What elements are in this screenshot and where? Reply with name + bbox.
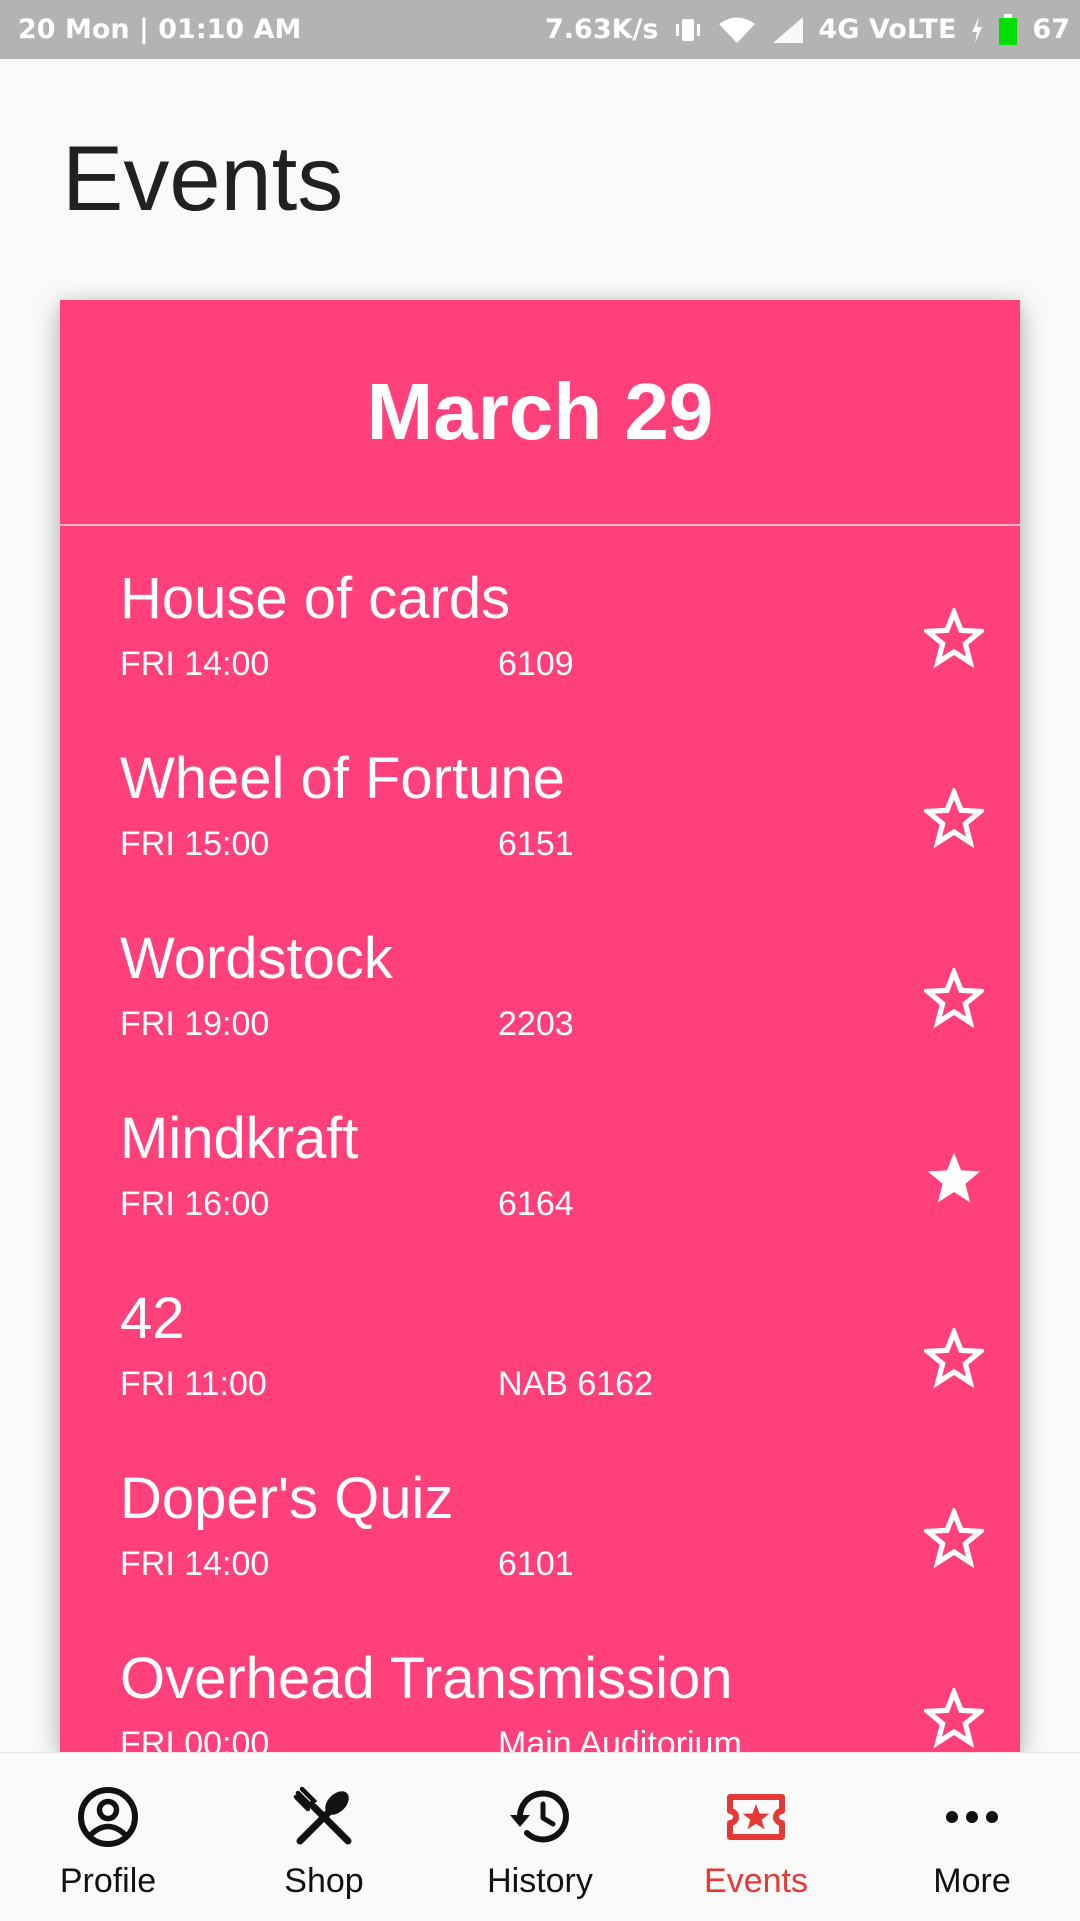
profile-icon	[74, 1783, 142, 1851]
status-bar: 20 Mon | 01:10 AM 7.63K/s 4G VoLTE 67	[0, 0, 1080, 59]
favorite-star-outline-icon[interactable]	[914, 1678, 994, 1752]
event-time: FRI 14:00	[120, 1545, 270, 1583]
event-room: 6109	[498, 645, 574, 683]
network-speed: 7.63K/s	[545, 14, 659, 45]
event-title: Overhead Transmission	[120, 1646, 733, 1711]
event-time: FRI 19:00	[120, 1005, 270, 1043]
bottom-navigation: Profile Shop History Events More	[0, 1752, 1080, 1921]
event-title: House of cards	[120, 566, 511, 631]
nav-label: Profile	[59, 1862, 157, 1900]
event-room: 2203	[498, 1005, 574, 1043]
nav-label: History	[487, 1862, 593, 1900]
event-item[interactable]: Wheel of Fortune FRI 15:00 6151	[60, 706, 1020, 886]
signal-icon	[771, 15, 805, 45]
battery-icon	[998, 13, 1018, 46]
vibrate-icon	[673, 15, 703, 45]
event-room: 6151	[498, 825, 574, 863]
favorite-star-outline-icon[interactable]	[914, 598, 994, 678]
status-indicators: 7.63K/s 4G VoLTE 67	[545, 0, 1070, 59]
nav-label: More	[933, 1862, 1011, 1900]
event-room: Main Auditorium	[498, 1725, 742, 1752]
nav-item-more[interactable]: More	[864, 1753, 1080, 1921]
event-title: Doper's Quiz	[120, 1466, 454, 1531]
event-item[interactable]: Overhead Transmission FRI 00:00 Main Aud…	[60, 1606, 1020, 1752]
event-title: Wordstock	[120, 926, 393, 991]
nav-item-shop[interactable]: Shop	[216, 1753, 432, 1921]
event-room: 6164	[498, 1185, 574, 1223]
date-heading: March 29	[366, 367, 714, 456]
fork-knife-icon	[290, 1783, 358, 1851]
nav-item-events[interactable]: Events	[648, 1753, 864, 1921]
ticket-icon	[722, 1783, 790, 1851]
nav-item-profile[interactable]: Profile	[0, 1753, 216, 1921]
nav-label: Shop	[284, 1862, 364, 1900]
event-room: 6101	[498, 1545, 574, 1583]
favorite-star-outline-icon[interactable]	[914, 958, 994, 1038]
event-item[interactable]: Doper's Quiz FRI 14:00 6101	[60, 1426, 1020, 1606]
event-item[interactable]: 42 FRI 11:00 NAB 6162	[60, 1246, 1020, 1426]
date-header: March 29	[60, 300, 1020, 526]
nav-label: Events	[704, 1862, 808, 1900]
status-date-time: 20 Mon | 01:10 AM	[18, 14, 302, 45]
wifi-icon	[717, 15, 757, 45]
event-title: Wheel of Fortune	[120, 746, 565, 811]
event-title: Mindkraft	[120, 1106, 359, 1171]
event-time: FRI 15:00	[120, 825, 270, 863]
event-item[interactable]: House of cards FRI 14:00 6109	[60, 526, 1020, 706]
event-title: 42	[120, 1286, 185, 1351]
page-title: Events	[62, 128, 344, 230]
event-item[interactable]: Wordstock FRI 19:00 2203	[60, 886, 1020, 1066]
event-time: FRI 00:00	[120, 1725, 270, 1752]
battery-level: 67	[1032, 14, 1070, 45]
more-dots-icon	[938, 1783, 1006, 1851]
event-time: FRI 14:00	[120, 645, 270, 683]
favorite-star-outline-icon[interactable]	[914, 1498, 994, 1578]
favorite-star-filled-icon[interactable]	[914, 1138, 994, 1218]
favorite-star-outline-icon[interactable]	[914, 778, 994, 858]
nav-item-history[interactable]: History	[432, 1753, 648, 1921]
charging-icon	[970, 15, 984, 45]
favorite-star-outline-icon[interactable]	[914, 1318, 994, 1398]
network-type: 4G VoLTE	[818, 14, 957, 45]
event-time: FRI 16:00	[120, 1185, 270, 1223]
history-icon	[506, 1783, 574, 1851]
events-card: March 29 House of cards FRI 14:00 6109 W…	[60, 300, 1020, 1752]
event-list: House of cards FRI 14:00 6109 Wheel of F…	[60, 526, 1020, 1752]
event-item[interactable]: Mindkraft FRI 16:00 6164	[60, 1066, 1020, 1246]
event-time: FRI 11:00	[120, 1365, 267, 1403]
event-room: NAB 6162	[498, 1365, 653, 1403]
